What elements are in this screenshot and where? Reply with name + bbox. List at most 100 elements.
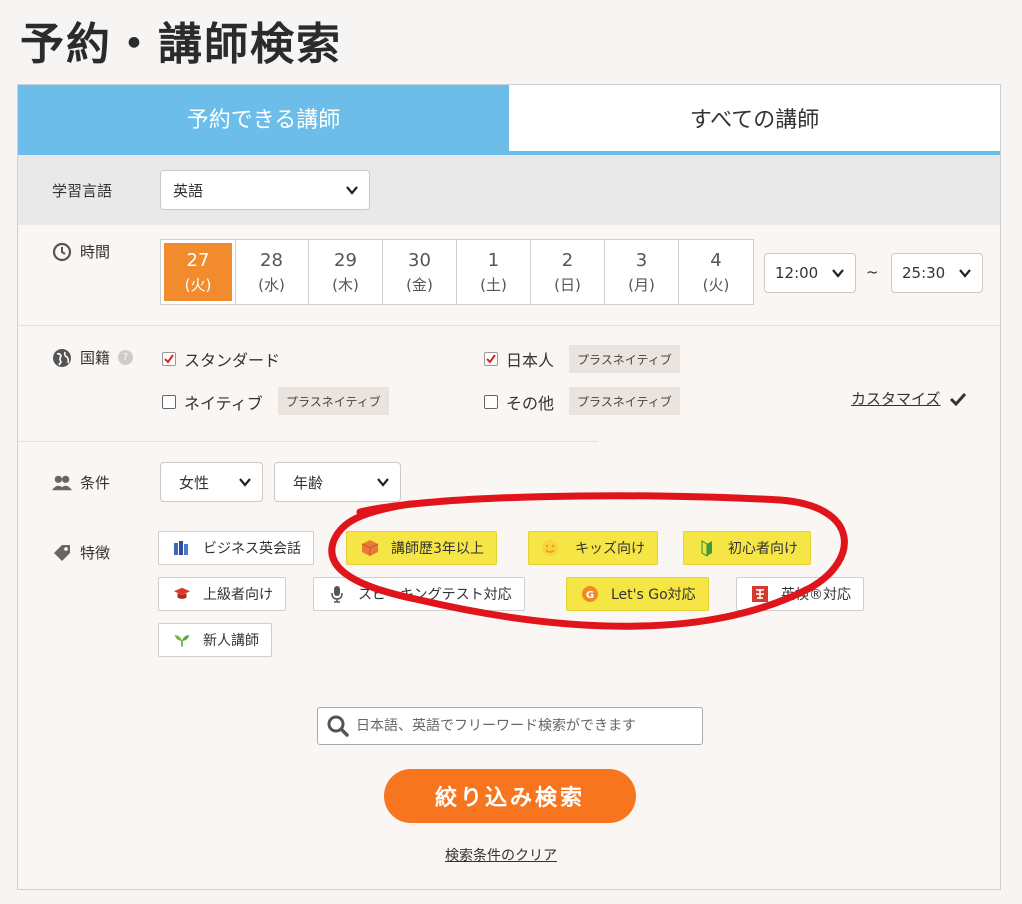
- search-panel: 予約できる講師 すべての講師 学習言語 英語 時間 27 (火) 28 (水) 29…: [17, 84, 1001, 890]
- clear-conditions-link[interactable]: 検索条件のクリア: [445, 845, 557, 865]
- language-label: 学習言語: [52, 182, 113, 200]
- feature-advanced[interactable]: 上級者向け: [158, 577, 286, 611]
- chevron-down-icon: [959, 269, 971, 278]
- feature-letsgo[interactable]: G Let's Go対応: [566, 577, 709, 611]
- date-day: 30: [408, 249, 431, 271]
- time-label-group: 時間: [52, 241, 110, 262]
- feature-eiken[interactable]: 英検®対応: [736, 577, 864, 611]
- date-day: 1: [487, 249, 500, 271]
- date-dow: (日): [554, 275, 581, 294]
- checkbox-standard[interactable]: スタンダード: [162, 347, 280, 371]
- checkbox-label: ネイティブ: [184, 394, 263, 413]
- time-label: 時間: [80, 243, 111, 261]
- tag-icon: [52, 543, 72, 563]
- feature-label: 英検®対応: [781, 587, 851, 603]
- globe-icon: [52, 348, 72, 368]
- age-value: 年齢: [293, 473, 324, 492]
- date-dow: (火): [184, 275, 212, 294]
- plus-native-badge: プラスネイティブ: [569, 345, 680, 373]
- time-to-select[interactable]: 25:30: [891, 253, 983, 293]
- date-dow: (火): [702, 275, 730, 294]
- nationality-label: 国籍: [80, 349, 111, 367]
- smile-icon: [541, 539, 559, 557]
- feature-business-english[interactable]: ビジネス英会話: [158, 531, 314, 565]
- date-day: 28: [260, 249, 283, 271]
- date-option[interactable]: 2 (日): [531, 240, 605, 304]
- date-option[interactable]: 1 (土): [457, 240, 531, 304]
- checkbox-empty-icon: [162, 395, 176, 409]
- checkmark-icon: [949, 392, 966, 406]
- divider: [18, 325, 1000, 326]
- customize-link[interactable]: カスタマイズ: [851, 388, 967, 409]
- conditions-label-group: 条件: [52, 472, 110, 493]
- gender-value: 女性: [179, 473, 210, 492]
- clock-icon: [52, 242, 72, 262]
- date-dow: (水): [258, 275, 285, 294]
- plus-native-badge: プラスネイティブ: [278, 387, 389, 415]
- language-select-value: 英語: [173, 181, 204, 200]
- conditions-label: 条件: [80, 474, 111, 492]
- tab-available-teachers[interactable]: 予約できる講師: [18, 85, 509, 151]
- feature-3years-experience[interactable]: 講師歴3年以上: [346, 531, 497, 565]
- checkbox-label: その他: [506, 394, 555, 413]
- date-day: 27: [186, 249, 210, 271]
- eiken-icon: [751, 585, 769, 603]
- letsgo-icon: G: [581, 585, 599, 603]
- tab-all-teachers[interactable]: すべての講師: [509, 85, 1000, 151]
- date-dow: (木): [332, 275, 359, 294]
- customize-label: カスタマイズ: [851, 390, 941, 408]
- gender-select[interactable]: 女性: [160, 462, 263, 502]
- date-option[interactable]: 27 (火): [160, 239, 236, 305]
- date-option[interactable]: 28 (水): [235, 240, 309, 304]
- chevron-down-icon: [832, 269, 844, 278]
- nationality-label-group: 国籍 ?: [52, 347, 134, 368]
- feature-beginner[interactable]: 初心者向け: [683, 531, 811, 565]
- time-from-value: 12:00: [775, 264, 819, 282]
- graduation-cap-icon: [173, 585, 191, 603]
- time-separator: ~: [866, 263, 879, 281]
- chevron-down-icon: [377, 478, 389, 487]
- date-option[interactable]: 29 (木): [309, 240, 383, 304]
- chevron-down-icon: [239, 478, 251, 487]
- checkbox-empty-icon: [484, 395, 498, 409]
- feature-label: 上級者向け: [203, 587, 273, 603]
- help-icon[interactable]: ?: [118, 350, 134, 365]
- people-icon: [52, 473, 72, 493]
- time-to-value: 25:30: [902, 264, 946, 282]
- date-selector: 27 (火) 28 (水) 29 (木) 30 (金) 1 (土) 2 (日) 3 (月) 4…: [160, 239, 754, 305]
- checkbox-japanese[interactable]: 日本人: [484, 347, 554, 371]
- feature-new-teacher[interactable]: 新人講師: [158, 623, 272, 657]
- language-row: 学習言語 英語: [18, 155, 1000, 225]
- date-option[interactable]: 30 (金): [383, 240, 457, 304]
- microphone-icon: [328, 585, 346, 603]
- date-dow: (金): [406, 275, 433, 294]
- feature-label: 初心者向け: [728, 541, 798, 557]
- date-day: 2: [561, 249, 574, 271]
- feature-label: 講師歴3年以上: [391, 541, 484, 557]
- checkbox-native[interactable]: ネイティブ: [162, 390, 263, 414]
- svg-text:G: G: [586, 590, 594, 601]
- date-option[interactable]: 4 (火): [679, 240, 753, 304]
- beginner-leaf-icon: [698, 539, 716, 557]
- date-option[interactable]: 3 (月): [605, 240, 679, 304]
- time-from-select[interactable]: 12:00: [764, 253, 856, 293]
- features-label-group: 特徴: [52, 542, 110, 563]
- checkbox-checked-icon: [484, 352, 498, 366]
- checkbox-checked-icon: [162, 352, 176, 366]
- age-select[interactable]: 年齢: [274, 462, 401, 502]
- checkbox-other[interactable]: その他: [484, 390, 554, 414]
- freeword-search-input[interactable]: [356, 718, 696, 734]
- date-dow: (月): [628, 275, 655, 294]
- checkbox-label: スタンダード: [184, 351, 281, 370]
- book-icon: [173, 539, 191, 557]
- feature-kids[interactable]: キッズ向け: [528, 531, 658, 565]
- language-select[interactable]: 英語: [160, 170, 370, 210]
- freeword-search-box: [317, 707, 703, 745]
- feature-speaking-test[interactable]: スピーキングテスト対応: [313, 577, 525, 611]
- divider: [18, 441, 598, 442]
- search-icon: [327, 715, 349, 737]
- date-dow: (土): [480, 275, 507, 294]
- filter-search-button[interactable]: 絞り込み検索: [384, 769, 636, 823]
- checkbox-label: 日本人: [506, 351, 555, 370]
- page-title: 予約・講師検索: [20, 19, 342, 70]
